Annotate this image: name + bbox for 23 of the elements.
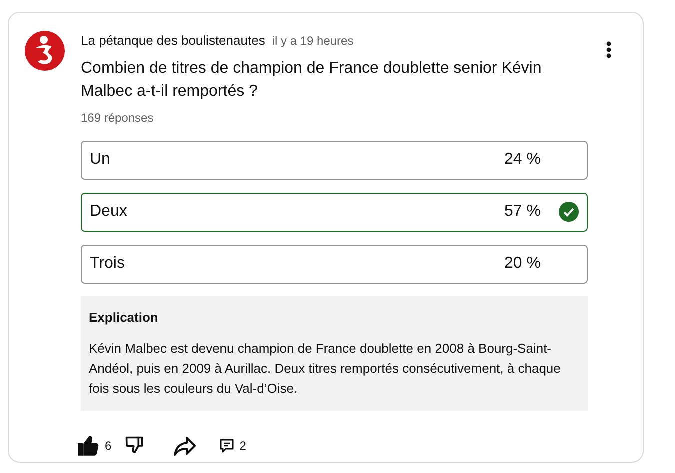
like-count: 6 [105,438,112,455]
option-label: Un [90,150,112,170]
comment-icon[interactable] [218,438,235,454]
share-icon[interactable] [172,435,197,457]
post-time[interactable]: il y a 19 heures [272,32,354,50]
author-name[interactable]: La pétanque des boulistenautes [81,31,266,50]
option-label: Trois [90,254,126,274]
poll-option[interactable]: Trois 20 % [81,244,588,284]
poll-option[interactable]: Un 24 % [81,140,588,180]
option-label: Deux [90,202,128,222]
explanation-text: Kévin Malbec est devenu champion de France doublette en 2008 à Bourg-Saint-Andéol, puis en 2009 à Aurillac. Deux titres remportés consécutivement, à chaque fois sous les couleurs du Val-d’Oise. [89,340,562,398]
option-percent: 57 % [504,202,541,222]
response-count: 169 réponses [81,110,155,126]
thumbs-up-icon[interactable] [77,435,99,457]
option-percent: 24 % [504,150,541,170]
check-icon [559,202,579,222]
option-percent: 20 % [504,254,541,274]
explanation-title: Explication [89,308,160,327]
comment-count: 2 [240,438,246,455]
poll-question: Combien de titres de champion de France doublette senior Kévin Malbec a-t-il remportés ? [81,58,543,102]
poll-option[interactable]: Deux 57 % [81,192,588,232]
avatar-icon [25,31,65,71]
more-menu-icon[interactable] [606,41,612,59]
